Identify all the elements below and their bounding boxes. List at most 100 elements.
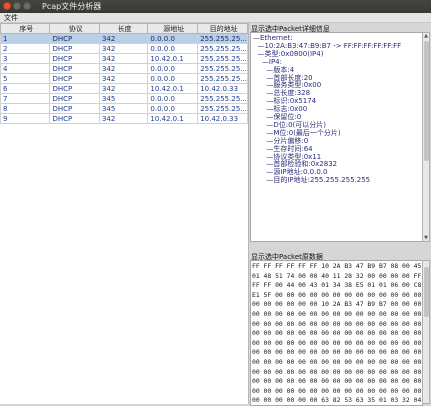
cell-index: 5 bbox=[0, 73, 51, 84]
packet-table: 序号 协议 长度 源地址 目的地址 1 DHCP 342 0.0.0.0 255.255… bbox=[0, 23, 248, 124]
minimize-window-button[interactable] bbox=[13, 2, 21, 10]
tree-node[interactable]: —版本:4 bbox=[253, 66, 294, 74]
cell-destination: 255.255.25... bbox=[197, 73, 248, 84]
window-title: Pcap文件分析器 bbox=[42, 2, 102, 11]
hex-line: FF FF 00 44 00 43 01 34 38 E5 01 01 06 0… bbox=[252, 281, 423, 290]
cell-destination: 10.42.0.33 bbox=[197, 113, 248, 124]
column-header-length[interactable]: 长度 bbox=[98, 23, 149, 34]
cell-source: 0.0.0.0 bbox=[147, 63, 199, 74]
cell-protocol: DHCP bbox=[49, 113, 100, 124]
raw-scrollbar[interactable] bbox=[422, 260, 430, 404]
cell-destination: 255.255.25... bbox=[197, 43, 248, 54]
cell-protocol: DHCP bbox=[49, 73, 100, 84]
cell-protocol: DHCP bbox=[49, 53, 100, 64]
cell-destination: 255.255.25... bbox=[197, 103, 248, 114]
menu-file[interactable]: 文件 bbox=[4, 13, 18, 23]
cell-destination: 255.255.25... bbox=[197, 93, 248, 104]
tree-node[interactable]: —IP4: bbox=[253, 58, 282, 66]
table-row[interactable]: 5 DHCP 342 0.0.0.0 255.255.25... bbox=[0, 73, 248, 84]
hex-line: 00 00 00 00 00 00 00 00 00 00 00 00 00 0… bbox=[252, 348, 423, 357]
column-header-index[interactable]: 序号 bbox=[0, 23, 51, 34]
cell-length: 342 bbox=[98, 43, 149, 54]
tree-node[interactable]: —生存时间:64 bbox=[253, 145, 312, 153]
hex-line: FF FF FF FF FF FF 10 2A B3 47 B9 B7 08 0… bbox=[252, 262, 423, 270]
cell-protocol: DHCP bbox=[49, 93, 100, 104]
hex-line: 00 00 00 00 00 00 00 00 00 00 00 00 00 0… bbox=[252, 358, 423, 366]
hex-line: E1 5F 00 00 00 00 00 00 00 00 00 00 00 0… bbox=[252, 290, 423, 299]
cell-index: 2 bbox=[0, 43, 51, 54]
cell-protocol: DHCP bbox=[49, 63, 100, 74]
cell-index: 4 bbox=[0, 63, 51, 74]
table-row[interactable]: 9 DHCP 342 10.42.0.1 10.42.0.33 bbox=[0, 113, 248, 124]
cell-protocol: DHCP bbox=[49, 43, 100, 54]
cell-destination: 10.42.0.33 bbox=[197, 83, 248, 94]
scroll-up-arrow-icon[interactable]: ▲ bbox=[423, 33, 429, 39]
hex-line: 00 00 00 00 00 00 00 00 00 00 00 00 00 0… bbox=[252, 310, 423, 318]
tree-node[interactable]: —M位:0(最后一个分片) bbox=[253, 129, 340, 137]
cell-length: 345 bbox=[98, 93, 149, 104]
cell-source: 0.0.0.0 bbox=[147, 43, 199, 54]
tree-node[interactable]: —D位:0(可以分片) bbox=[253, 121, 326, 129]
packet-detail-tree[interactable]: —Ethernet: —10:2A:B3:47:B9:B7 -> FF:FF:F… bbox=[250, 32, 423, 242]
table-row[interactable]: 7 DHCP 345 0.0.0.0 255.255.25... bbox=[0, 93, 248, 104]
table-row[interactable]: 3 DHCP 342 10.42.0.1 255.255.25... bbox=[0, 53, 248, 64]
tree-node[interactable]: —目的IP地址:255.255.255.255 bbox=[253, 176, 370, 184]
cell-source: 0.0.0.0 bbox=[147, 103, 199, 114]
table-header-row: 序号 协议 长度 源地址 目的地址 bbox=[0, 23, 248, 34]
cell-index: 9 bbox=[0, 113, 51, 124]
table-row[interactable]: 6 DHCP 342 10.42.0.1 10.42.0.33 bbox=[0, 83, 248, 94]
hex-line: 00 00 00 00 00 00 63 82 53 63 35 01 03 3… bbox=[252, 396, 423, 405]
table-row[interactable]: 1 DHCP 342 0.0.0.0 255.255.25... bbox=[0, 33, 248, 44]
tree-node[interactable]: —标志:0x00 bbox=[253, 105, 307, 113]
detail-scrollbar-thumb[interactable] bbox=[424, 41, 429, 161]
packet-raw-data[interactable]: FF FF FF FF FF FF 10 2A B3 47 B9 B7 08 0… bbox=[250, 260, 423, 406]
cell-index: 6 bbox=[0, 83, 51, 94]
tree-node[interactable]: —10:2A:B3:47:B9:B7 -> FF:FF:FF:FF:FF:FF bbox=[253, 42, 401, 50]
tree-node[interactable]: —Ethernet: bbox=[253, 34, 293, 42]
scroll-down-arrow-icon[interactable]: ▼ bbox=[423, 235, 429, 241]
cell-protocol: DHCP bbox=[49, 33, 100, 44]
cell-source: 0.0.0.0 bbox=[147, 33, 199, 44]
cell-length: 342 bbox=[98, 73, 149, 84]
cell-source: 10.42.0.1 bbox=[147, 53, 199, 64]
cell-index: 3 bbox=[0, 53, 51, 64]
tree-node[interactable]: —保留位:0 bbox=[253, 113, 301, 121]
tree-node[interactable]: —分片偏移:0 bbox=[253, 137, 308, 145]
detail-scrollbar[interactable]: ▲ ▼ bbox=[422, 32, 430, 242]
cell-protocol: DHCP bbox=[49, 103, 100, 114]
cell-index: 7 bbox=[0, 93, 51, 104]
cell-destination: 255.255.25... bbox=[197, 33, 248, 44]
table-row[interactable]: 2 DHCP 342 0.0.0.0 255.255.25... bbox=[0, 43, 248, 54]
cell-length: 342 bbox=[98, 33, 149, 44]
table-row[interactable]: 8 DHCP 345 0.0.0.0 255.255.25... bbox=[0, 103, 248, 114]
right-pane: 显示选中Packet详细信息 —Ethernet: —10:2A:B3:47:B… bbox=[249, 23, 431, 406]
column-header-source[interactable]: 源地址 bbox=[147, 23, 199, 34]
cell-length: 342 bbox=[98, 63, 149, 74]
cell-length: 342 bbox=[98, 53, 149, 64]
cell-source: 10.42.0.1 bbox=[147, 83, 199, 94]
tree-node[interactable]: —标识:0x5174 bbox=[253, 97, 316, 105]
hex-line: 00 00 00 00 00 00 00 00 00 00 00 00 00 0… bbox=[252, 329, 423, 338]
raw-scrollbar-thumb[interactable] bbox=[424, 267, 429, 317]
packet-table-panel: 序号 协议 长度 源地址 目的地址 1 DHCP 342 0.0.0.0 255.255… bbox=[0, 23, 249, 404]
maximize-window-button[interactable] bbox=[23, 2, 31, 10]
cell-source: 0.0.0.0 bbox=[147, 73, 199, 84]
table-row[interactable]: 4 DHCP 342 0.0.0.0 255.255.25... bbox=[0, 63, 248, 74]
tree-node[interactable]: —类型:0x0800(IP4) bbox=[253, 50, 323, 58]
hex-line: 00 00 00 00 00 00 00 00 00 00 00 00 00 0… bbox=[252, 367, 423, 376]
menubar: 文件 bbox=[0, 13, 431, 23]
cell-source: 10.42.0.1 bbox=[147, 113, 199, 124]
cell-length: 342 bbox=[98, 113, 149, 124]
cell-protocol: DHCP bbox=[49, 83, 100, 94]
cell-length: 345 bbox=[98, 103, 149, 114]
column-header-destination[interactable]: 目的地址 bbox=[197, 23, 248, 34]
cell-destination: 255.255.25... bbox=[197, 63, 248, 74]
window-titlebar: Pcap文件分析器 bbox=[0, 0, 431, 13]
hex-line: 00 00 00 00 00 00 00 00 00 00 00 00 00 0… bbox=[252, 338, 423, 347]
cell-index: 1 bbox=[0, 33, 51, 44]
hex-line: 01 48 51 74 00 00 40 11 28 32 00 00 00 0… bbox=[252, 271, 423, 280]
column-header-protocol[interactable]: 协议 bbox=[49, 23, 100, 34]
close-window-button[interactable] bbox=[3, 2, 11, 10]
cell-destination: 255.255.25... bbox=[197, 53, 248, 64]
cell-index: 8 bbox=[0, 103, 51, 114]
